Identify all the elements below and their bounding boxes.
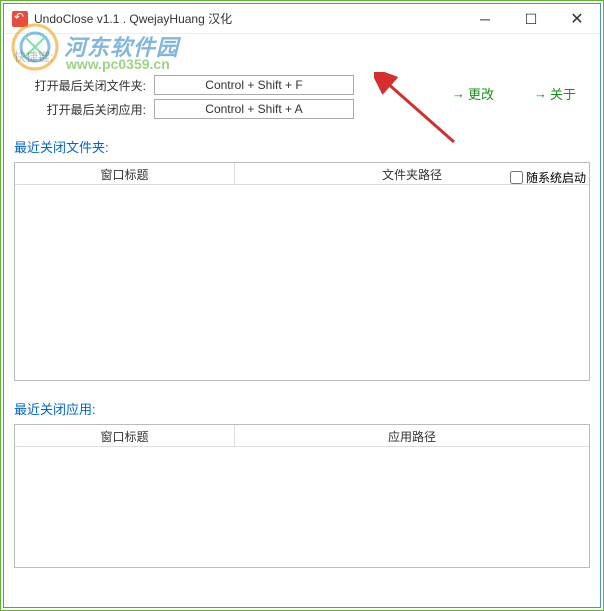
- close-button[interactable]: ✕: [554, 4, 600, 34]
- shortcut-app-field[interactable]: Control + Shift + A: [154, 99, 354, 119]
- apps-table-body[interactable]: [15, 447, 589, 567]
- shortcut-app-label: 打开最后关闭应用:: [14, 101, 154, 118]
- shortcut-folder-label: 打开最后关闭文件夹:: [14, 77, 154, 94]
- recent-folders-title: 最近关闭文件夹:: [14, 137, 590, 156]
- change-label: 更改: [468, 84, 494, 103]
- about-link[interactable]: → 关于: [534, 84, 576, 103]
- autostart-checkbox[interactable]: [510, 171, 523, 184]
- shortcuts-header: 快捷键:: [14, 48, 590, 65]
- autostart-label: 随系统启动: [526, 169, 586, 186]
- about-label: 关于: [550, 84, 576, 103]
- change-link[interactable]: → 更改: [452, 84, 494, 103]
- apps-col-path[interactable]: 应用路径: [235, 425, 589, 446]
- window-title: UndoClose v1.1 . QwejayHuang 汉化: [34, 10, 232, 27]
- app-window: UndoClose v1.1 . QwejayHuang 汉化 ─ ☐ ✕ 河东…: [3, 3, 601, 608]
- folders-table-body[interactable]: [15, 185, 589, 380]
- apps-col-title[interactable]: 窗口标题: [15, 425, 235, 446]
- arrow-right-icon: →: [452, 86, 465, 101]
- recent-apps-table: 窗口标题 应用路径: [14, 424, 590, 568]
- recent-folders-table: 窗口标题 文件夹路径: [14, 162, 590, 381]
- maximize-button[interactable]: ☐: [508, 4, 554, 34]
- minimize-button[interactable]: ─: [462, 4, 508, 34]
- shortcut-folder-field[interactable]: Control + Shift + F: [154, 75, 354, 95]
- folders-col-title[interactable]: 窗口标题: [15, 163, 235, 184]
- recent-apps-title: 最近关闭应用:: [14, 399, 590, 418]
- arrow-right-icon: →: [534, 86, 547, 101]
